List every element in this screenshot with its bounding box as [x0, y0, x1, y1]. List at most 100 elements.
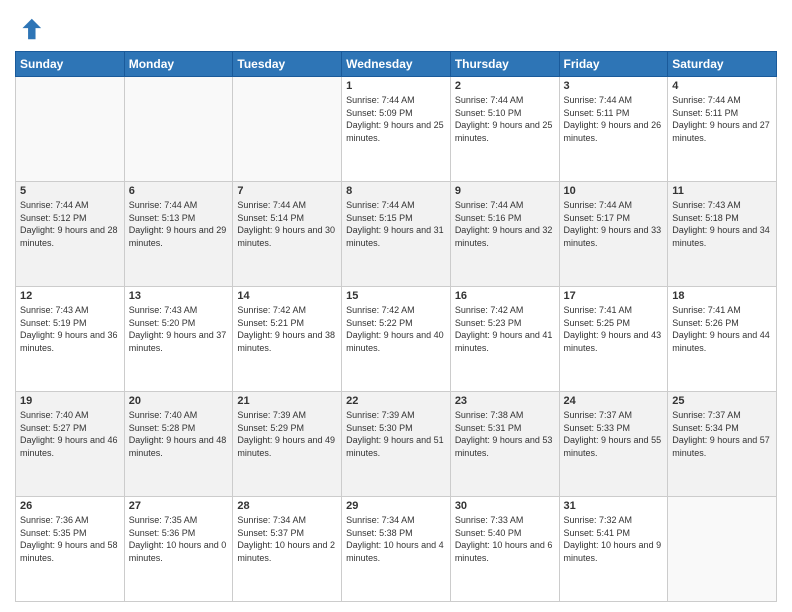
day-cell: 18 Sunrise: 7:41 AMSunset: 5:26 PMDayligh…: [668, 287, 777, 392]
day-cell: 25 Sunrise: 7:37 AMSunset: 5:34 PMDayligh…: [668, 392, 777, 497]
day-number: 28: [237, 500, 337, 512]
day-info: Sunrise: 7:37 AMSunset: 5:33 PMDaylight:…: [564, 409, 664, 459]
day-number: 31: [564, 500, 664, 512]
day-number: 30: [455, 500, 555, 512]
day-info: Sunrise: 7:34 AMSunset: 5:38 PMDaylight:…: [346, 514, 446, 564]
day-cell: 5 Sunrise: 7:44 AMSunset: 5:12 PMDaylight…: [16, 182, 125, 287]
day-info: Sunrise: 7:37 AMSunset: 5:34 PMDaylight:…: [672, 409, 772, 459]
col-header-tuesday: Tuesday: [233, 52, 342, 77]
day-info: Sunrise: 7:44 AMSunset: 5:11 PMDaylight:…: [564, 94, 664, 144]
day-info: Sunrise: 7:43 AMSunset: 5:18 PMDaylight:…: [672, 199, 772, 249]
day-number: 5: [20, 185, 120, 197]
day-number: 19: [20, 395, 120, 407]
day-number: 23: [455, 395, 555, 407]
day-cell: [124, 77, 233, 182]
header: [15, 10, 777, 43]
day-info: Sunrise: 7:44 AMSunset: 5:09 PMDaylight:…: [346, 94, 446, 144]
day-cell: 23 Sunrise: 7:38 AMSunset: 5:31 PMDayligh…: [450, 392, 559, 497]
day-cell: 11 Sunrise: 7:43 AMSunset: 5:18 PMDayligh…: [668, 182, 777, 287]
logo-icon: [15, 15, 43, 43]
day-info: Sunrise: 7:41 AMSunset: 5:25 PMDaylight:…: [564, 304, 664, 354]
day-number: 11: [672, 185, 772, 197]
day-number: 27: [129, 500, 229, 512]
day-info: Sunrise: 7:43 AMSunset: 5:20 PMDaylight:…: [129, 304, 229, 354]
day-info: Sunrise: 7:44 AMSunset: 5:16 PMDaylight:…: [455, 199, 555, 249]
day-info: Sunrise: 7:39 AMSunset: 5:29 PMDaylight:…: [237, 409, 337, 459]
day-number: 22: [346, 395, 446, 407]
day-number: 18: [672, 290, 772, 302]
day-cell: 4Sunrise: 7:44 AMSunset: 5:11 PMDaylight…: [668, 77, 777, 182]
day-cell: 10 Sunrise: 7:44 AMSunset: 5:17 PMDayligh…: [559, 182, 668, 287]
day-info: Sunrise: 7:42 AMSunset: 5:22 PMDaylight:…: [346, 304, 446, 354]
day-cell: 19 Sunrise: 7:40 AMSunset: 5:27 PMDayligh…: [16, 392, 125, 497]
day-number: 25: [672, 395, 772, 407]
day-number: 10: [564, 185, 664, 197]
day-info: Sunrise: 7:40 AMSunset: 5:27 PMDaylight:…: [20, 409, 120, 459]
week-row-1: 1 Sunrise: 7:44 AMSunset: 5:09 PMDaylight…: [16, 77, 777, 182]
day-cell: 21 Sunrise: 7:39 AMSunset: 5:29 PMDayligh…: [233, 392, 342, 497]
day-number: 16: [455, 290, 555, 302]
day-cell: [233, 77, 342, 182]
day-info: Sunrise: 7:38 AMSunset: 5:31 PMDaylight:…: [455, 409, 555, 459]
day-number: 29: [346, 500, 446, 512]
day-info: Sunrise: 7:44 AMSunset: 5:12 PMDaylight:…: [20, 199, 120, 249]
day-number: 17: [564, 290, 664, 302]
day-cell: [668, 497, 777, 602]
day-number: 8: [346, 185, 446, 197]
week-row-2: 5 Sunrise: 7:44 AMSunset: 5:12 PMDaylight…: [16, 182, 777, 287]
day-cell: 17 Sunrise: 7:41 AMSunset: 5:25 PMDayligh…: [559, 287, 668, 392]
day-info: Sunrise: 7:36 AMSunset: 5:35 PMDaylight:…: [20, 514, 120, 564]
day-number: 14: [237, 290, 337, 302]
page-container: SundayMondayTuesdayWednesdayThursdayFrid…: [0, 0, 792, 612]
day-info: Sunrise: 7:40 AMSunset: 5:28 PMDaylight:…: [129, 409, 229, 459]
day-cell: 1 Sunrise: 7:44 AMSunset: 5:09 PMDaylight…: [342, 77, 451, 182]
day-info: Sunrise: 7:43 AMSunset: 5:19 PMDaylight:…: [20, 304, 120, 354]
day-number: 2: [455, 80, 555, 92]
day-cell: 13Sunrise: 7:43 AMSunset: 5:20 PMDayligh…: [124, 287, 233, 392]
col-header-saturday: Saturday: [668, 52, 777, 77]
day-cell: 22 Sunrise: 7:39 AMSunset: 5:30 PMDayligh…: [342, 392, 451, 497]
day-info: Sunrise: 7:44 AMSunset: 5:11 PMDaylight:…: [672, 94, 772, 144]
day-info: Sunrise: 7:33 AMSunset: 5:40 PMDaylight:…: [455, 514, 555, 564]
day-cell: 27 Sunrise: 7:35 AMSunset: 5:36 PMDayligh…: [124, 497, 233, 602]
week-row-3: 12 Sunrise: 7:43 AMSunset: 5:19 PMDayligh…: [16, 287, 777, 392]
day-info: Sunrise: 7:44 AMSunset: 5:10 PMDaylight:…: [455, 94, 555, 144]
day-number: 1: [346, 80, 446, 92]
day-info: Sunrise: 7:34 AMSunset: 5:37 PMDaylight:…: [237, 514, 337, 564]
day-info: Sunrise: 7:44 AMSunset: 5:14 PMDaylight:…: [237, 199, 337, 249]
day-cell: 7Sunrise: 7:44 AMSunset: 5:14 PMDaylight…: [233, 182, 342, 287]
day-number: 9: [455, 185, 555, 197]
col-header-monday: Monday: [124, 52, 233, 77]
day-info: Sunrise: 7:41 AMSunset: 5:26 PMDaylight:…: [672, 304, 772, 354]
day-number: 21: [237, 395, 337, 407]
day-number: 26: [20, 500, 120, 512]
header-row: SundayMondayTuesdayWednesdayThursdayFrid…: [16, 52, 777, 77]
day-cell: 9 Sunrise: 7:44 AMSunset: 5:16 PMDaylight…: [450, 182, 559, 287]
day-number: 12: [20, 290, 120, 302]
calendar-table: SundayMondayTuesdayWednesdayThursdayFrid…: [15, 51, 777, 602]
col-header-friday: Friday: [559, 52, 668, 77]
day-cell: 3 Sunrise: 7:44 AMSunset: 5:11 PMDaylight…: [559, 77, 668, 182]
day-number: 3: [564, 80, 664, 92]
day-cell: 14 Sunrise: 7:42 AMSunset: 5:21 PMDayligh…: [233, 287, 342, 392]
day-info: Sunrise: 7:44 AMSunset: 5:17 PMDaylight:…: [564, 199, 664, 249]
day-cell: 16Sunrise: 7:42 AMSunset: 5:23 PMDayligh…: [450, 287, 559, 392]
col-header-wednesday: Wednesday: [342, 52, 451, 77]
day-info: Sunrise: 7:44 AMSunset: 5:13 PMDaylight:…: [129, 199, 229, 249]
day-cell: 12 Sunrise: 7:43 AMSunset: 5:19 PMDayligh…: [16, 287, 125, 392]
week-row-4: 19 Sunrise: 7:40 AMSunset: 5:27 PMDayligh…: [16, 392, 777, 497]
day-info: Sunrise: 7:42 AMSunset: 5:21 PMDaylight:…: [237, 304, 337, 354]
day-info: Sunrise: 7:35 AMSunset: 5:36 PMDaylight:…: [129, 514, 229, 564]
logo: [15, 15, 47, 43]
day-cell: 28 Sunrise: 7:34 AMSunset: 5:37 PMDayligh…: [233, 497, 342, 602]
day-info: Sunrise: 7:32 AMSunset: 5:41 PMDaylight:…: [564, 514, 664, 564]
day-info: Sunrise: 7:39 AMSunset: 5:30 PMDaylight:…: [346, 409, 446, 459]
day-number: 24: [564, 395, 664, 407]
day-number: 20: [129, 395, 229, 407]
week-row-5: 26 Sunrise: 7:36 AMSunset: 5:35 PMDayligh…: [16, 497, 777, 602]
day-number: 15: [346, 290, 446, 302]
day-cell: 2 Sunrise: 7:44 AMSunset: 5:10 PMDaylight…: [450, 77, 559, 182]
day-cell: 29 Sunrise: 7:34 AMSunset: 5:38 PMDayligh…: [342, 497, 451, 602]
day-cell: 6Sunrise: 7:44 AMSunset: 5:13 PMDaylight…: [124, 182, 233, 287]
day-cell: 20 Sunrise: 7:40 AMSunset: 5:28 PMDayligh…: [124, 392, 233, 497]
